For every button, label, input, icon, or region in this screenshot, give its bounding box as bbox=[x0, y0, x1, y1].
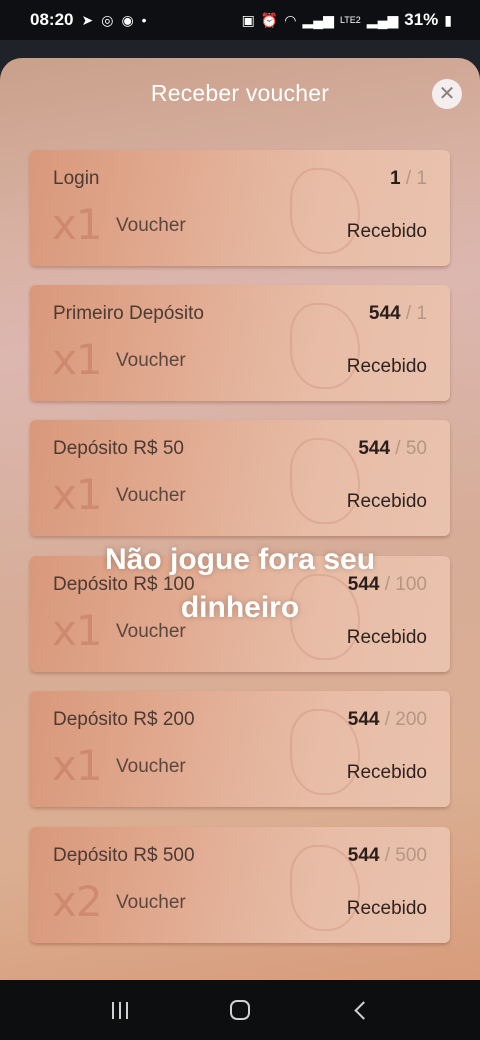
back-icon bbox=[353, 1000, 373, 1020]
signal-icon: ▂▄▆ bbox=[366, 11, 399, 28]
home-icon bbox=[230, 1000, 250, 1020]
voucher-multiplier: x1 bbox=[52, 470, 103, 519]
telegram-icon: ➤ bbox=[81, 11, 94, 28]
voucher-progress: 544 / 1 bbox=[368, 303, 427, 324]
voucher-status[interactable]: Recebido bbox=[347, 221, 427, 243]
voucher-type: Voucher bbox=[116, 756, 186, 777]
status-bar: 08:20 ➤ ◎ ◉ • ▣ ⏰ ◠ ▂▄▆ LTE2 ▂▄▆ 31% ▮ bbox=[0, 0, 480, 40]
voucher-modal: Receber voucher ✕ Login 1 / 1 x1 Voucher… bbox=[0, 58, 480, 980]
voucher-card: Depósito R$ 500 544 / 500 x2 Voucher Rec… bbox=[30, 827, 450, 943]
voucher-status[interactable]: Recebido bbox=[347, 898, 427, 920]
voucher-card: Depósito R$ 200 544 / 200 x1 Voucher Rec… bbox=[30, 691, 450, 807]
voucher-multiplier: x1 bbox=[52, 335, 103, 384]
voucher-type: Voucher bbox=[116, 485, 186, 506]
back-button[interactable] bbox=[340, 990, 380, 1030]
voucher-type: Voucher bbox=[116, 621, 186, 642]
voucher-progress: 544 / 100 bbox=[347, 574, 427, 595]
voucher-progress: 544 / 50 bbox=[358, 438, 427, 459]
voucher-title: Depósito R$ 50 bbox=[53, 438, 184, 459]
battery-icon: ▮ bbox=[444, 11, 452, 28]
voucher-status[interactable]: Recebido bbox=[347, 356, 427, 378]
voucher-progress: 1 / 1 bbox=[390, 168, 427, 189]
instagram-icon: ◎ bbox=[101, 11, 114, 28]
voucher-type: Voucher bbox=[116, 350, 186, 371]
voucher-multiplier: x1 bbox=[52, 741, 103, 790]
voucher-card: Depósito R$ 50 544 / 50 x1 Voucher Receb… bbox=[30, 420, 450, 536]
modal-title: Receber voucher bbox=[150, 80, 330, 106]
voucher-card: Primeiro Depósito 544 / 1 x1 Voucher Rec… bbox=[30, 285, 450, 401]
navigation-bar bbox=[0, 980, 480, 1040]
chrome-icon: ◉ bbox=[121, 11, 134, 28]
voucher-title: Depósito R$ 200 bbox=[53, 709, 195, 730]
recent-apps-button[interactable] bbox=[100, 990, 140, 1030]
voucher-progress: 544 / 200 bbox=[347, 709, 427, 730]
voucher-title: Primeiro Depósito bbox=[53, 303, 204, 324]
network-label: LTE2 bbox=[339, 15, 361, 25]
status-time: 08:20 bbox=[30, 10, 74, 29]
close-icon: ✕ bbox=[438, 83, 456, 105]
wifi-icon: ◠ bbox=[284, 11, 297, 28]
voucher-type: Voucher bbox=[116, 892, 186, 913]
dot-icon: • bbox=[141, 12, 147, 28]
home-button[interactable] bbox=[220, 990, 260, 1030]
signal-icon: ▂▄▆ bbox=[302, 11, 334, 28]
voucher-status[interactable]: Recebido bbox=[347, 491, 427, 513]
voucher-card: Login 1 / 1 x1 Voucher Recebido bbox=[30, 150, 450, 266]
battery-percent: 31% bbox=[404, 10, 439, 29]
voucher-title: Depósito R$ 100 bbox=[53, 574, 195, 595]
voucher-status[interactable]: Recebido bbox=[347, 762, 427, 784]
battery-saver-icon: ▣ bbox=[241, 11, 255, 28]
voucher-multiplier: x1 bbox=[52, 606, 103, 655]
recent-apps-icon bbox=[112, 1001, 128, 1019]
voucher-status[interactable]: Recebido bbox=[347, 627, 427, 649]
voucher-multiplier: x1 bbox=[52, 200, 103, 249]
screen: 08:20 ➤ ◎ ◉ • ▣ ⏰ ◠ ▂▄▆ LTE2 ▂▄▆ 31% ▮ R… bbox=[0, 0, 480, 1040]
voucher-title: Login bbox=[53, 168, 100, 189]
voucher-multiplier: x2 bbox=[52, 877, 103, 926]
voucher-progress: 544 / 500 bbox=[347, 845, 427, 866]
close-button[interactable]: ✕ bbox=[432, 79, 462, 109]
voucher-card: Depósito R$ 100 544 / 100 x1 Voucher Rec… bbox=[30, 556, 450, 672]
alarm-icon: ⏰ bbox=[260, 11, 279, 28]
voucher-title: Depósito R$ 500 bbox=[53, 845, 195, 866]
voucher-type: Voucher bbox=[116, 215, 186, 236]
